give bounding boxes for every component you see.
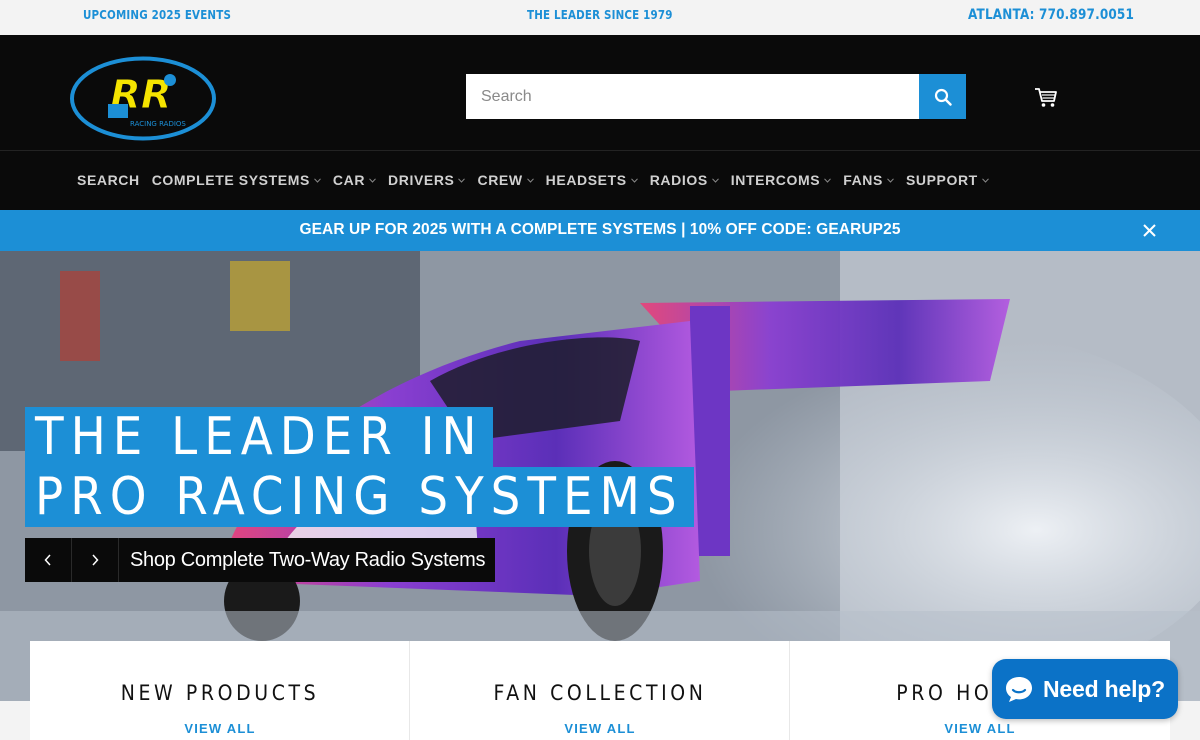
- nav-item-radios[interactable]: RADIOS: [650, 172, 719, 188]
- nav-item-car[interactable]: CAR: [333, 172, 376, 188]
- nav-item-headsets[interactable]: HEADSETS: [546, 172, 638, 188]
- nav-item-label: SEARCH: [77, 172, 140, 188]
- nav-list: SEARCH COMPLETE SYSTEMS CAR DRIVERS CREW HEAD…: [77, 172, 1001, 188]
- nav-item-fans[interactable]: FANS: [843, 172, 894, 188]
- nav-item-label: RADIOS: [649, 172, 708, 188]
- slide-next-button[interactable]: [72, 538, 119, 582]
- phone-link[interactable]: ATLANTA: 770.897.0051: [968, 7, 1134, 23]
- nav-item-support[interactable]: SUPPORT: [906, 172, 989, 188]
- search-input[interactable]: [466, 74, 919, 119]
- tagline: THE LEADER SINCE 1979: [527, 8, 673, 22]
- collection-card[interactable]: FAN COLLECTION VIEW ALL: [410, 641, 790, 740]
- slide-prev-button[interactable]: [25, 538, 72, 582]
- search-button[interactable]: [919, 74, 966, 119]
- nav-item-label: INTERCOMS: [730, 172, 821, 188]
- collection-title: FAN COLLECTION: [493, 681, 707, 705]
- view-all-link[interactable]: VIEW ALL: [410, 721, 790, 736]
- announcement-bar: GEAR UP FOR 2025 WITH A COMPLETE SYSTEMS…: [0, 210, 1200, 251]
- view-all-link[interactable]: VIEW ALL: [30, 721, 410, 736]
- racing-radios-logo[interactable]: RR RACING RADIOS: [70, 56, 216, 141]
- chat-label: Need help?: [1043, 675, 1165, 702]
- hero-slideshow[interactable]: THE LEADER IN PRO RACING SYSTEMS Shop Co…: [0, 251, 1200, 701]
- search-icon: [934, 88, 952, 106]
- top-utility-bar: UPCOMING 2025 EVENTS THE LEADER SINCE 19…: [0, 0, 1200, 35]
- main-navigation: SEARCH COMPLETE SYSTEMS CAR DRIVERS CREW HEAD…: [0, 150, 1200, 210]
- close-icon[interactable]: [1142, 223, 1157, 238]
- view-all-link[interactable]: VIEW ALL: [790, 721, 1170, 736]
- nav-item-label: SUPPORT: [905, 172, 978, 188]
- nav-item-label: DRIVERS: [388, 172, 455, 188]
- upcoming-events-link[interactable]: UPCOMING 2025 EVENTS: [83, 8, 231, 22]
- chat-bubble-icon: [1006, 677, 1032, 702]
- chat-widget-button[interactable]: Need help?: [992, 659, 1178, 719]
- chevron-down-icon: [369, 177, 376, 183]
- announcement-text[interactable]: GEAR UP FOR 2025 WITH A COMPLETE SYSTEMS…: [0, 221, 1200, 239]
- chevron-right-icon: [92, 554, 99, 566]
- chevron-down-icon: [314, 177, 321, 183]
- chevron-left-icon: [44, 554, 51, 566]
- collection-title: NEW PRODUCTS: [120, 681, 320, 705]
- nav-item-label: FANS: [843, 172, 883, 188]
- slide-controls: Shop Complete Two-Way Radio Systems: [25, 538, 496, 582]
- chevron-down-icon: [526, 177, 534, 183]
- hero-cta-link[interactable]: Shop Complete Two-Way Radio Systems: [119, 538, 496, 582]
- search-form: [466, 74, 966, 119]
- chevron-down-icon: [630, 177, 638, 183]
- nav-item-label: HEADSETS: [545, 172, 627, 188]
- nav-item-drivers[interactable]: DRIVERS: [388, 172, 466, 188]
- chevron-down-icon: [458, 177, 466, 183]
- chevron-down-icon: [824, 177, 832, 183]
- nav-item-label: CREW: [477, 172, 523, 188]
- chevron-down-icon: [711, 177, 719, 183]
- logo-subtext: RACING RADIOS: [130, 120, 186, 128]
- nav-item-label: CAR: [332, 172, 366, 188]
- chevron-down-icon: [981, 177, 989, 183]
- chevron-down-icon: [887, 177, 894, 183]
- nav-item-intercoms[interactable]: INTERCOMS: [730, 172, 832, 188]
- nav-item-search[interactable]: SEARCH: [77, 172, 140, 188]
- nav-item-label: COMPLETE SYSTEMS: [151, 172, 310, 188]
- hero-title-line-2: PRO RACING SYSTEMS: [25, 467, 694, 527]
- site-header: RR RACING RADIOS: [0, 35, 1200, 150]
- cart-icon[interactable]: [1034, 87, 1058, 109]
- nav-item-crew[interactable]: CREW: [477, 172, 534, 188]
- nav-item-complete-systems[interactable]: COMPLETE SYSTEMS: [152, 172, 321, 188]
- collection-card[interactable]: NEW PRODUCTS VIEW ALL: [30, 641, 410, 740]
- hero-title-line-1: THE LEADER IN: [25, 407, 494, 467]
